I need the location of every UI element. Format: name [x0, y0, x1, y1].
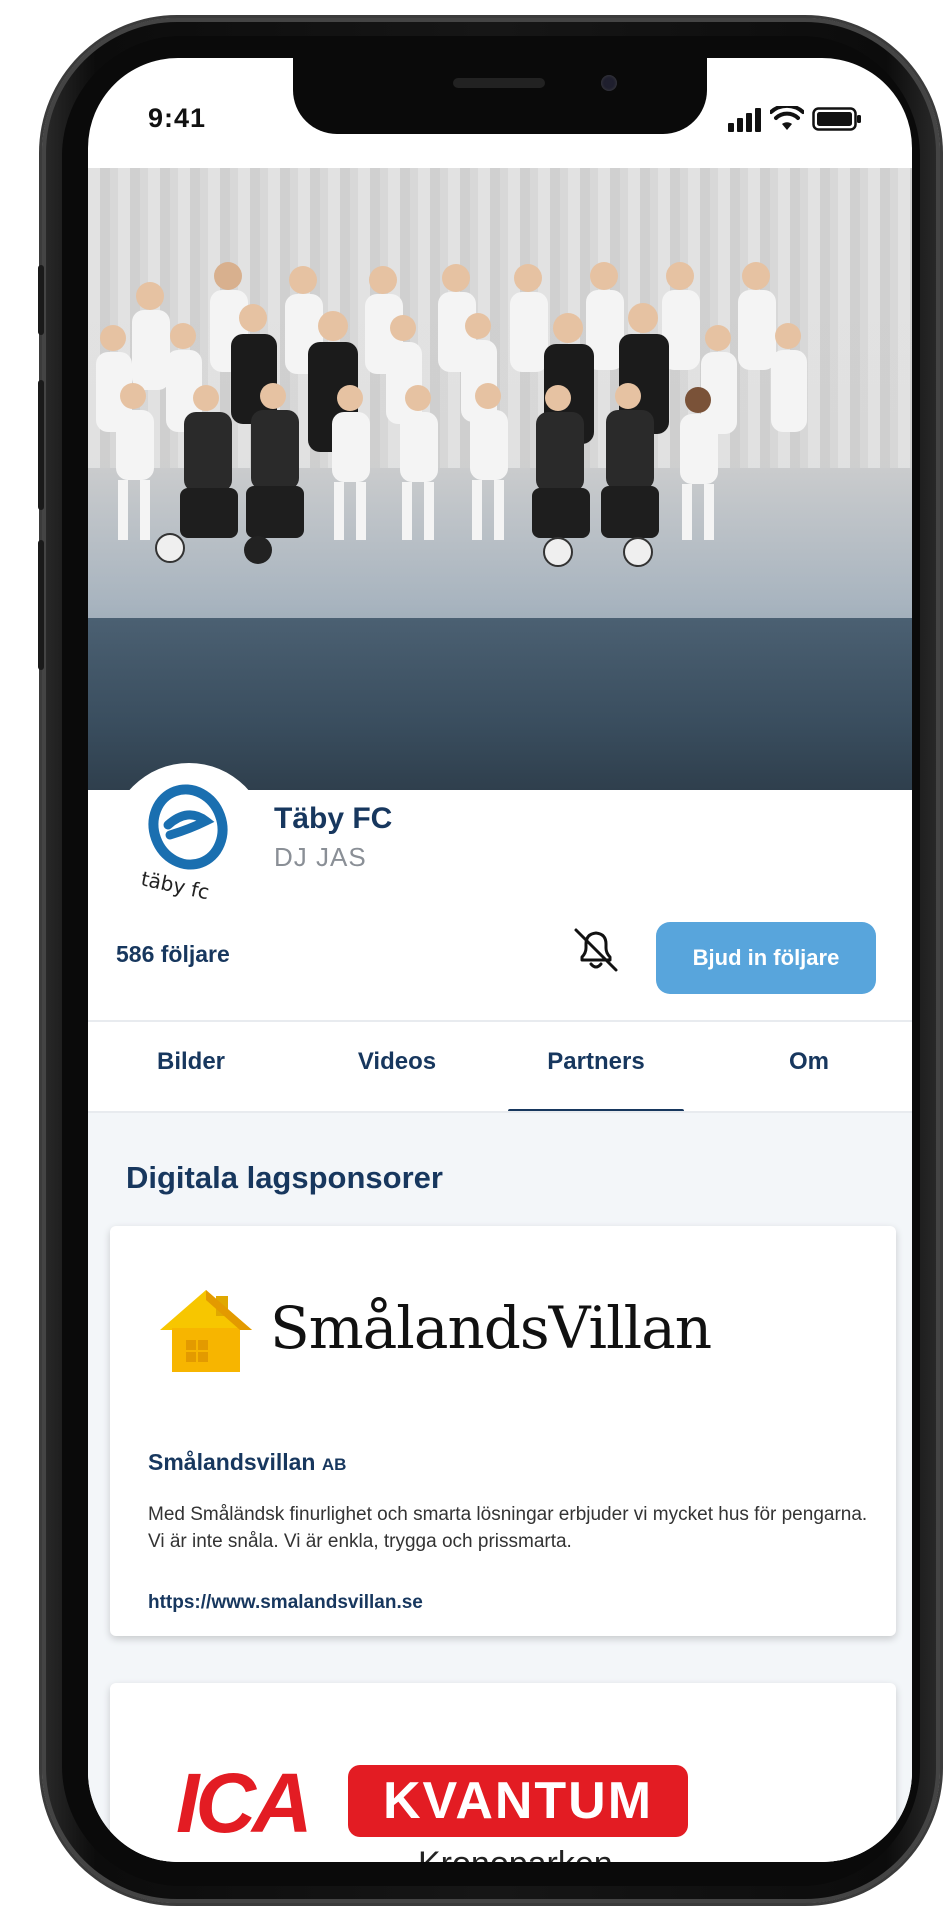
- sponsor-card[interactable]: SmålandsVillan Smålandsvillan AB Med Små…: [110, 1226, 896, 1636]
- sponsor-name: Smålandsvillan AB: [148, 1449, 346, 1476]
- signal-icon: [728, 108, 761, 132]
- ica-logo-text: ICA: [176, 1756, 313, 1850]
- sponsor-name-suffix: AB: [321, 1455, 347, 1474]
- volume-button: [38, 540, 44, 670]
- volume-button: [38, 380, 44, 510]
- wifi-icon: [770, 106, 804, 130]
- section-title: Digitala lagsponsorer: [126, 1160, 443, 1195]
- team-subtitle: DJ JAS: [274, 842, 367, 872]
- team-photo: [96, 262, 807, 567]
- tab-om[interactable]: Om: [706, 1048, 912, 1076]
- ica-logo: ICA: [176, 1761, 313, 1845]
- sponsor-card[interactable]: ICA KVANTUM Kronoparken: [110, 1683, 896, 1862]
- status-time: 9:41: [148, 103, 207, 133]
- house-icon: [160, 1290, 252, 1372]
- sponsor-description: Med Småländsk finurlighet och smarta lös…: [148, 1504, 868, 1552]
- kronoparken-text: Kronoparken: [418, 1845, 613, 1862]
- team-name: Täby FC: [274, 802, 393, 835]
- sponsor-logo-text: SmålandsVillan: [270, 1294, 712, 1362]
- sponsor-name-text: Smålandsvillan: [148, 1449, 316, 1475]
- phone-screen: 9:41 täby fc Täby FC DJ JAS 586 följare …: [88, 58, 912, 1862]
- tab-bilder[interactable]: Bilder: [88, 1048, 294, 1076]
- side-button: [38, 265, 44, 335]
- logo-text: täby fc: [139, 866, 212, 904]
- kvantum-logo: KVANTUM: [348, 1765, 688, 1837]
- bell-off-icon[interactable]: [568, 922, 624, 978]
- invite-followers-button[interactable]: Bjud in följare: [656, 922, 876, 994]
- front-camera: [601, 75, 617, 91]
- team-logo-avatar[interactable]: täby fc: [110, 763, 268, 921]
- follower-count[interactable]: 586 följare: [116, 941, 230, 968]
- sponsor-url-link[interactable]: https://www.smalandsvillan.se: [148, 1592, 423, 1614]
- notch: [293, 58, 707, 134]
- tab-partners[interactable]: Partners: [493, 1048, 699, 1076]
- divider: [88, 1020, 912, 1022]
- cover-photo: [88, 168, 912, 790]
- tab-videos[interactable]: Videos: [294, 1048, 500, 1076]
- speaker: [453, 78, 545, 88]
- battery-icon: [812, 107, 861, 131]
